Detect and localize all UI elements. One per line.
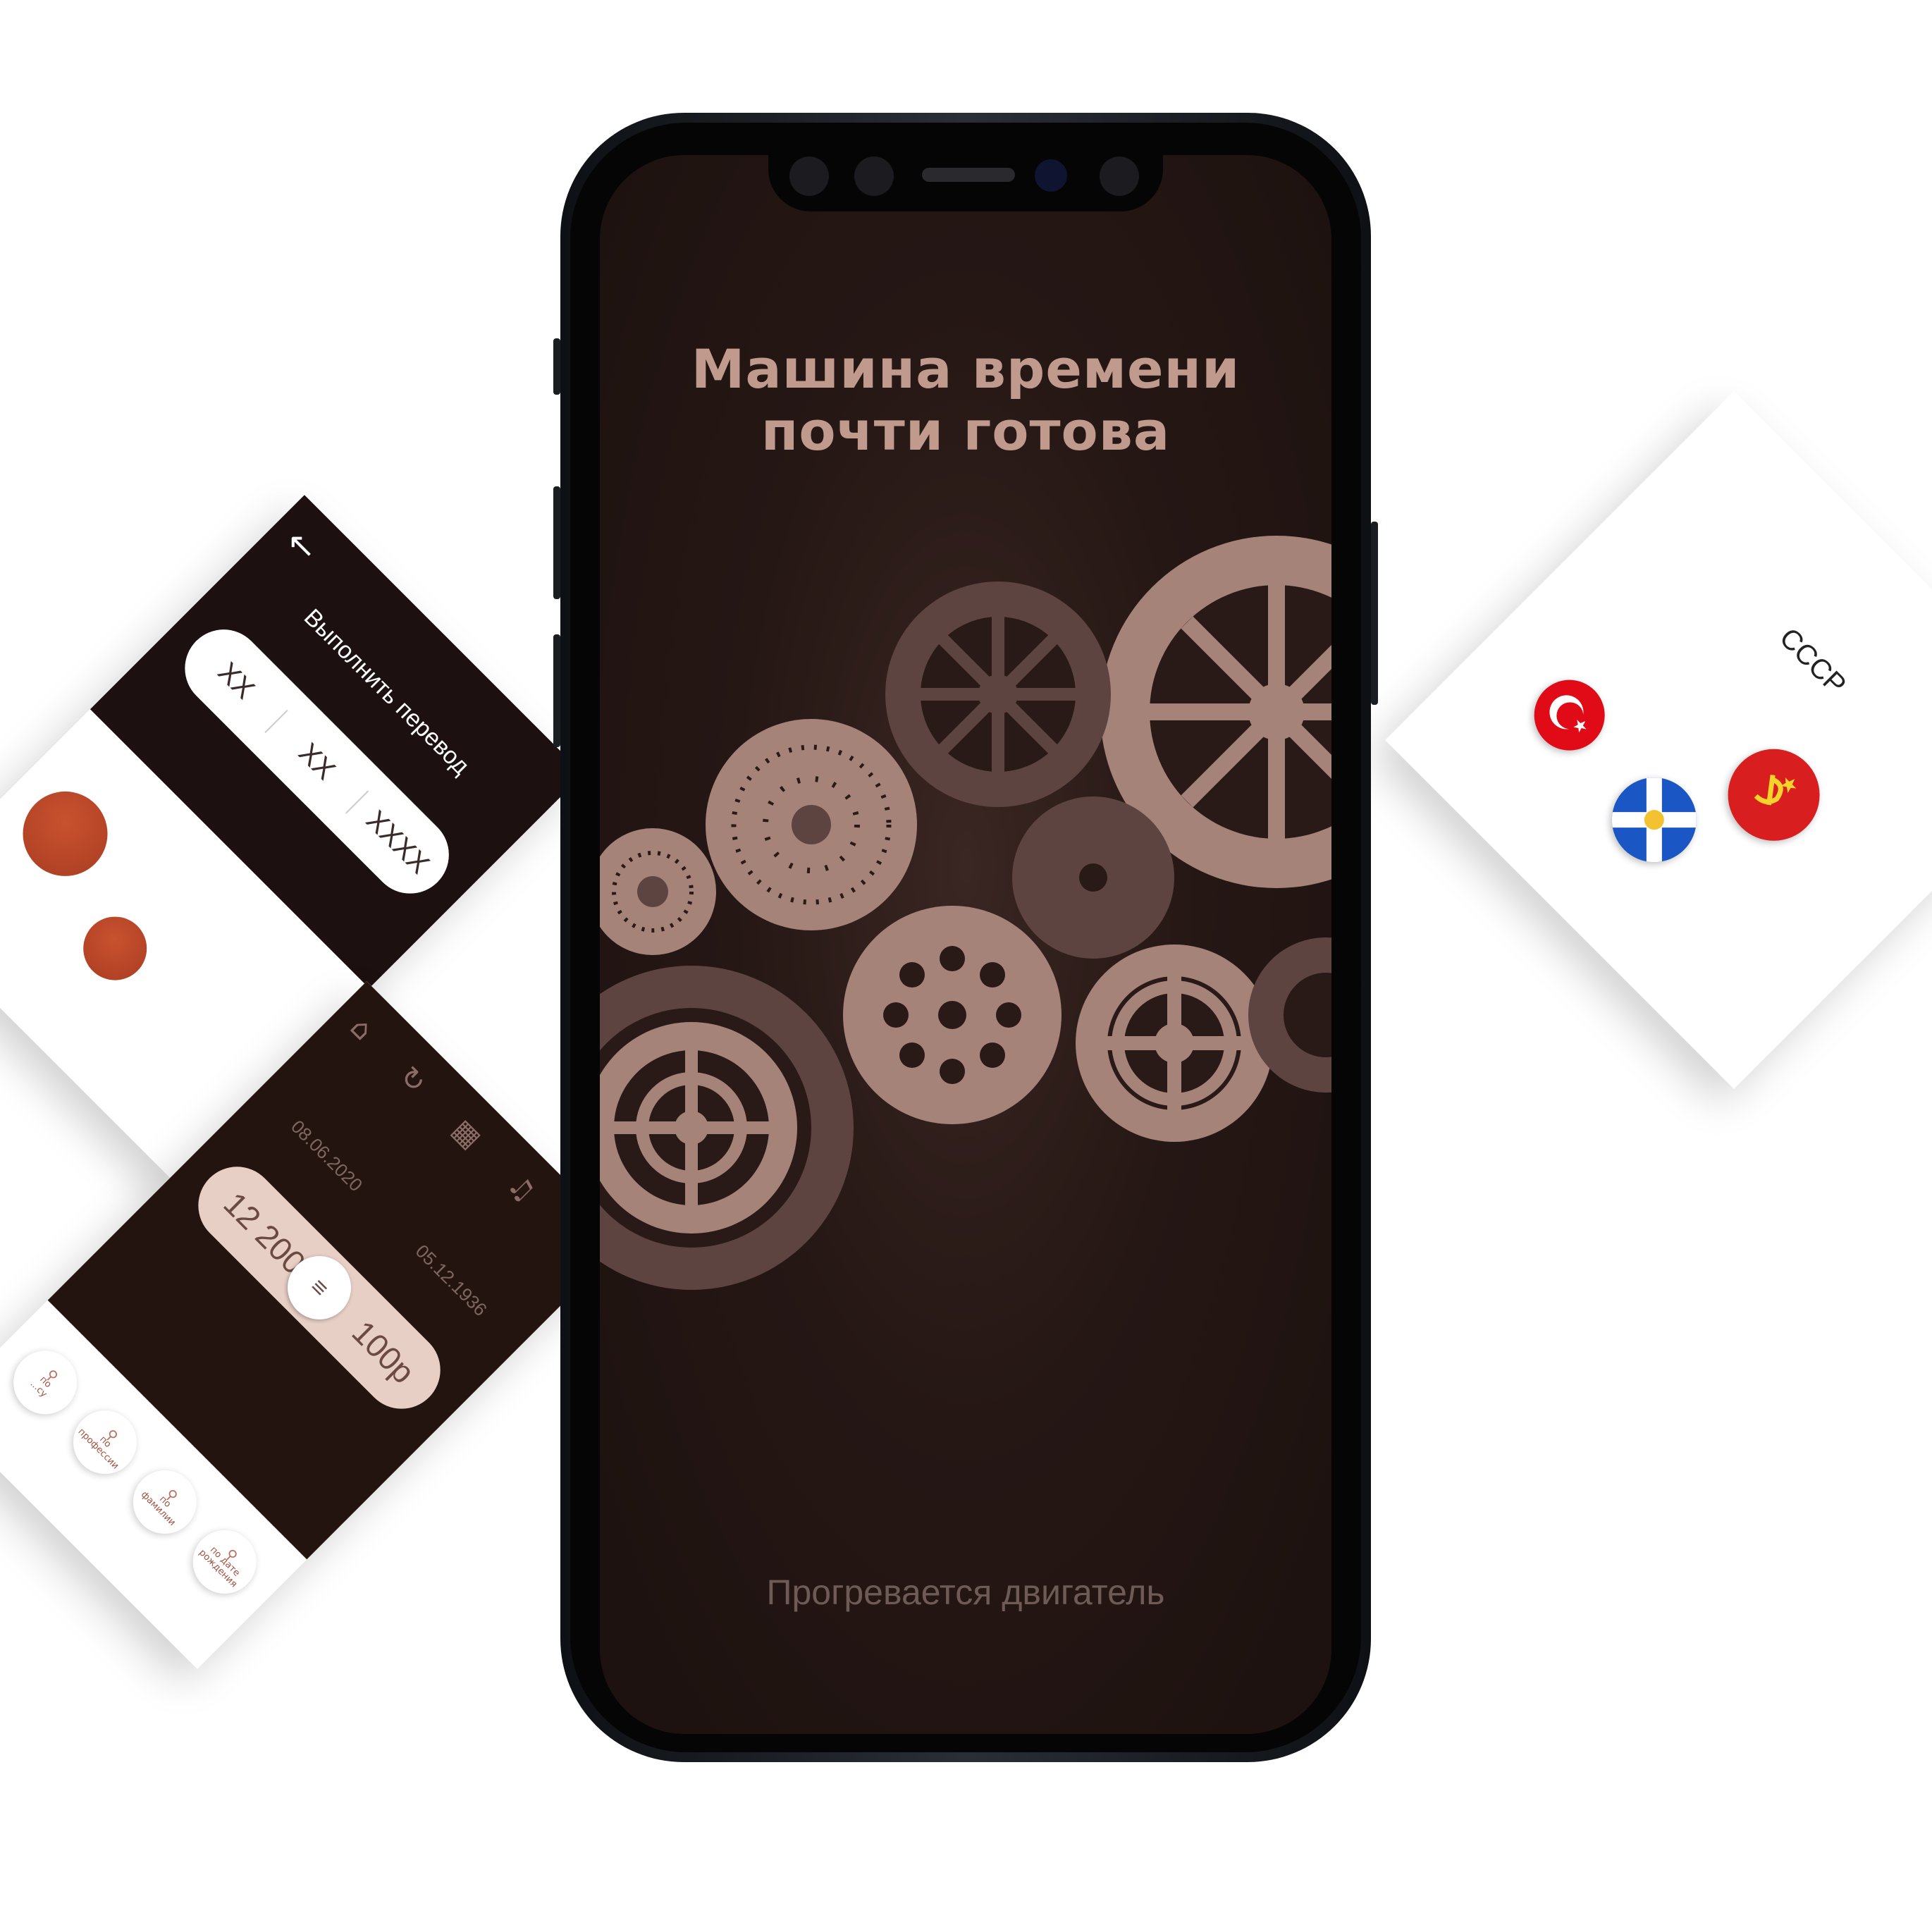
ussr-flag[interactable] [1709, 730, 1839, 860]
gear-icon [1012, 796, 1174, 959]
home-icon[interactable]: ⌂ [344, 1011, 379, 1047]
sensor-icon [1100, 156, 1139, 196]
volume-down-button [553, 486, 560, 599]
camera-icon [1035, 159, 1067, 192]
speaker-grille [922, 168, 1015, 182]
crescent-star-icon [1549, 695, 1587, 733]
history-icon[interactable]: ↻ [393, 1060, 432, 1100]
gear-icon [843, 906, 1062, 1124]
bell-icon[interactable]: ♫ [501, 1169, 542, 1210]
filter-chip[interactable]: ⚲ по фамилии [120, 1457, 210, 1547]
filter-chip[interactable]: ⚲ по ...су [0, 1337, 90, 1427]
gear-icon [706, 719, 917, 930]
country-card: СССР [1385, 391, 1932, 1089]
date-to: 05.12.1936 [411, 1240, 491, 1320]
transfer-field-3[interactable]: XXXX [347, 791, 449, 893]
mute-button [553, 634, 560, 747]
decorative-dot [5, 774, 125, 894]
gear-icon [600, 828, 716, 955]
scotland-flag[interactable] [1594, 760, 1714, 880]
transfer-header: ← Выполнить перевод XX XX XXXX [90, 495, 584, 989]
transfer-input[interactable]: XX XX XXXX [168, 613, 465, 910]
volume-up-button [553, 338, 560, 395]
gear-icon [885, 582, 1111, 807]
amount-range-slider[interactable]: 12 200р ≡ 100р [182, 1150, 457, 1425]
date-from: 08.06.2020 [287, 1116, 367, 1196]
gears-illustration [600, 536, 1331, 1290]
filter-chip[interactable]: ⚲ по дате рождения [180, 1517, 270, 1607]
arrow-left-icon[interactable]: ← [278, 522, 326, 570]
sensor-icon [789, 156, 829, 196]
id-card-icon[interactable]: ▦ [445, 1113, 487, 1155]
saltire-icon [1594, 760, 1714, 880]
turkey-flag[interactable] [1519, 665, 1620, 765]
filter-chip[interactable]: ⚲ по профессии [60, 1397, 150, 1487]
title-line-2: почти готова [761, 400, 1171, 462]
transfer-field-1[interactable]: XX [185, 629, 288, 733]
bottom-nav: ⌂ ↻ ▦ ♫ ⚙ [344, 1011, 596, 1264]
screen-title: Машина времени почти готова [600, 338, 1331, 462]
title-line-1: Машина времени [691, 338, 1241, 400]
amount-to: 100р [345, 1313, 422, 1391]
decorative-dot [70, 903, 160, 994]
transfer-field-2[interactable]: XX [266, 710, 369, 814]
hammer-sickle-icon [1754, 775, 1797, 806]
sensor-icon [854, 156, 894, 196]
gear-icon [1076, 945, 1273, 1142]
gear-icon [600, 966, 854, 1290]
loading-status: Прогревается двигатель [766, 1573, 1165, 1612]
power-button [1371, 522, 1378, 705]
